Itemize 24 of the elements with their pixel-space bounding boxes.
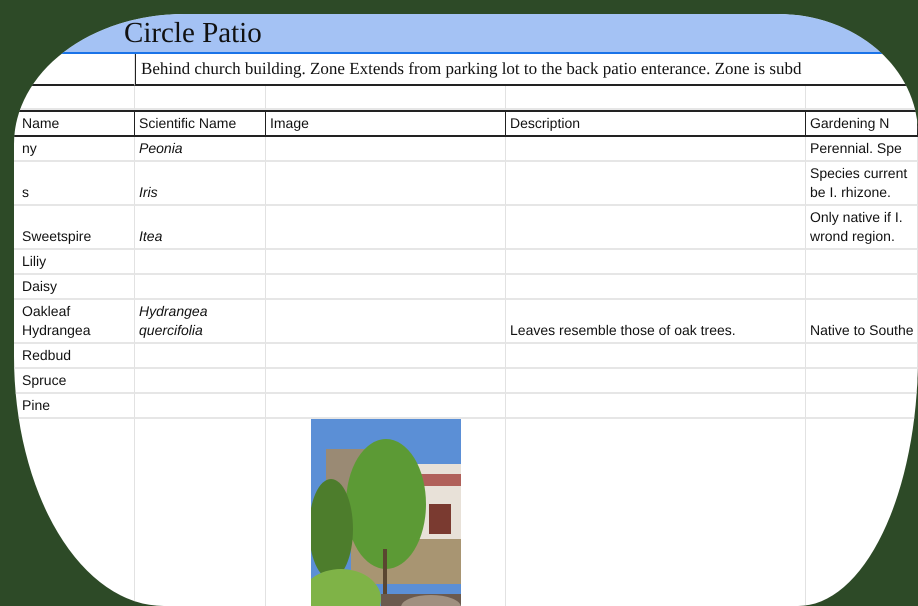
table-cell: Redbud	[14, 344, 135, 369]
table-cell: Spruce	[14, 369, 135, 394]
table-cell: Pine	[14, 394, 135, 419]
table-cell: Sweetspire	[14, 206, 135, 250]
table-cell: Itea	[135, 206, 266, 250]
zone-note: Behind church building. Zone Extends from parking lot to the back patio enterance. Zone is subd	[135, 54, 918, 86]
table-cell: Species current be I. rhizone.	[806, 162, 918, 206]
column-header: Image	[266, 110, 506, 137]
table-cell: Iris	[135, 162, 266, 206]
table-cell: Perennial. Spe	[806, 137, 918, 162]
column-header: Gardening N	[806, 110, 918, 137]
column-header: Description	[506, 110, 806, 137]
table-cell: Leaves resemble those of oak trees.	[506, 300, 806, 344]
column-header: Scientific Name	[135, 110, 266, 137]
table-cell: Only native if I. wrond region.	[806, 206, 918, 250]
table-cell: Peonia	[135, 137, 266, 162]
table-cell: Hydrangea quercifolia	[135, 300, 266, 344]
table-cell: ny	[14, 137, 135, 162]
table-cell: Native to Southe	[806, 300, 918, 344]
table-cell: Liliy	[14, 250, 135, 275]
table-cell: s	[14, 162, 135, 206]
table-cell: Daisy	[14, 275, 135, 300]
table-cell: Oakleaf Hydrangea	[14, 300, 135, 344]
column-header: Name	[14, 110, 135, 137]
